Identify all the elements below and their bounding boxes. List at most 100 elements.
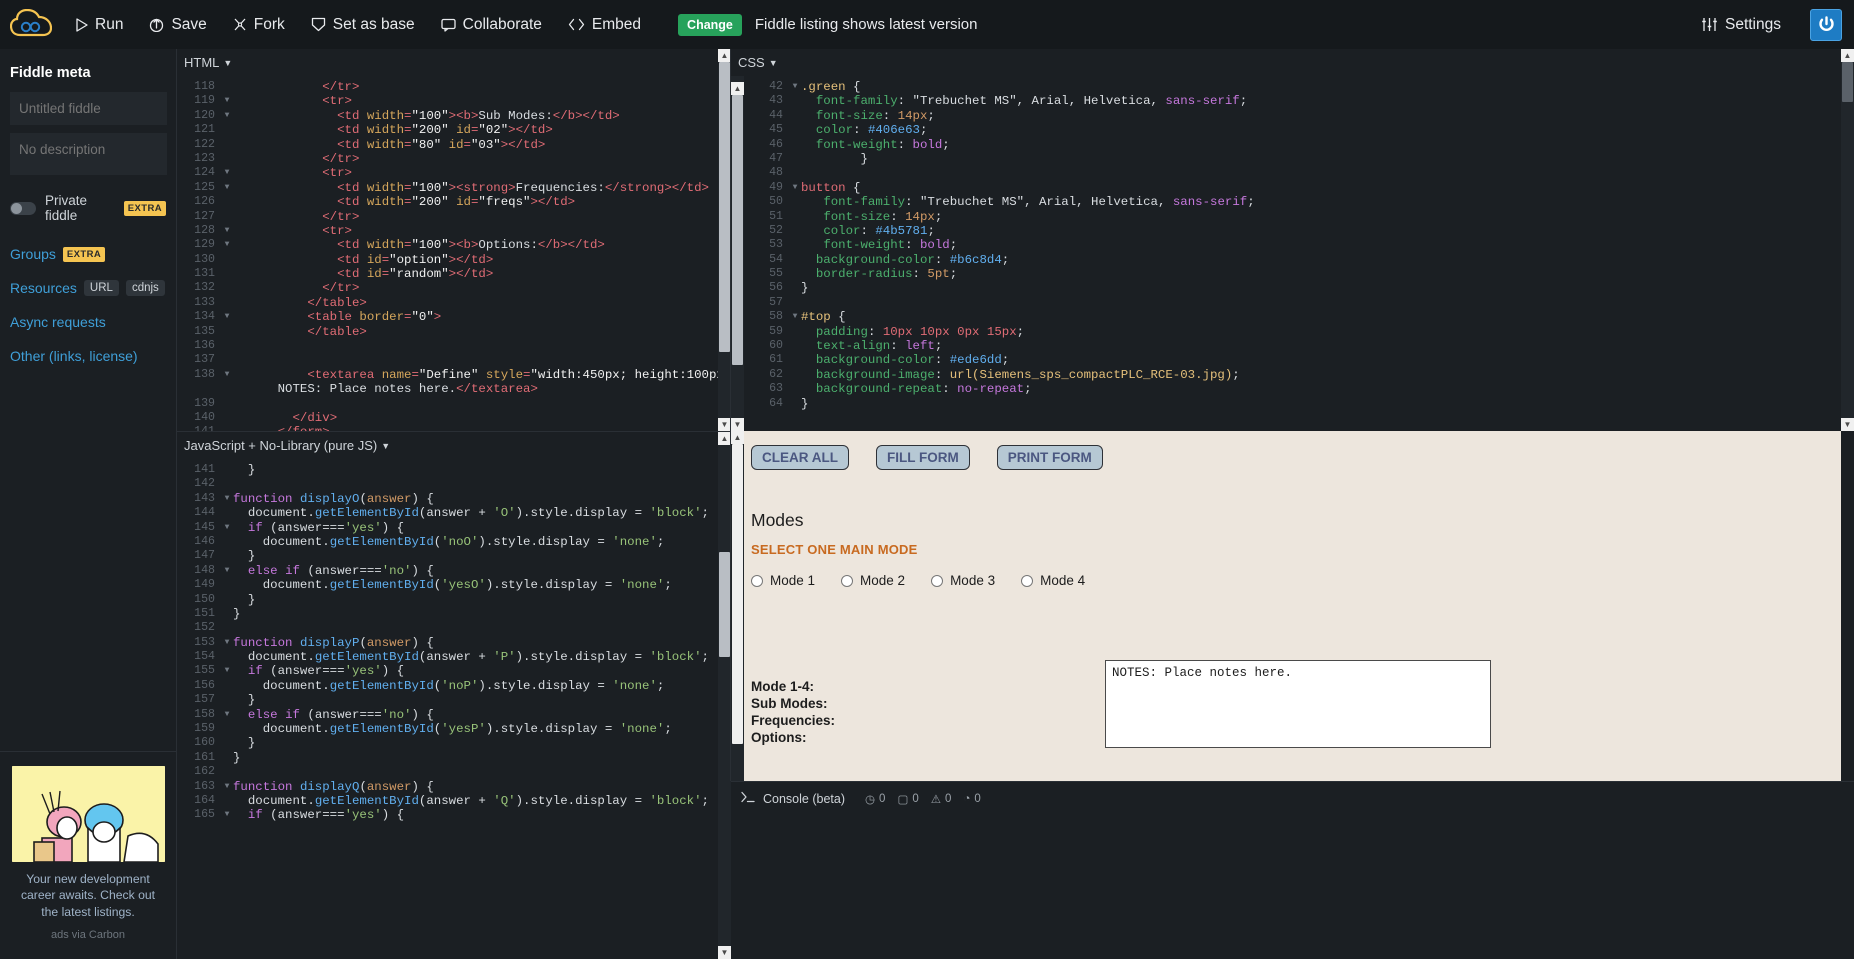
js-panel-header[interactable]: JavaScript + No-Library (pure JS) ▼	[177, 432, 731, 459]
code-line[interactable]: 147 }	[177, 549, 731, 563]
code-line[interactable]: 137	[177, 353, 731, 367]
code-line[interactable]: 122 <td width="80" id="03"></td>	[177, 138, 731, 152]
js-code-area[interactable]: 141 }142143▼function displayO(answer) {1…	[177, 459, 731, 959]
code-line[interactable]: 148▼ else if (answer==='no') {	[177, 564, 731, 578]
fold-toggle-icon[interactable]: ▼	[221, 94, 233, 108]
code-line[interactable]: 157 }	[177, 693, 731, 707]
code-line[interactable]: 55 border-radius: 5pt;	[745, 267, 1854, 281]
radio-option-3[interactable]: Mode 3	[931, 573, 995, 588]
fold-toggle-icon[interactable]: ▼	[221, 664, 233, 678]
code-line[interactable]: 56}	[745, 281, 1854, 295]
code-line[interactable]: 149 document.getElementById('yesO').styl…	[177, 578, 731, 592]
fold-toggle-icon[interactable]: ▼	[221, 109, 233, 123]
horizontal-divider[interactable]	[177, 431, 731, 432]
result-scrollbar[interactable]: ▲	[731, 431, 744, 781]
code-line[interactable]: 64}	[745, 397, 1854, 411]
code-line[interactable]: 58▼#top {	[745, 310, 1854, 324]
fold-toggle-icon[interactable]: ▼	[789, 310, 801, 324]
result-scroll-thumb[interactable]	[732, 444, 743, 744]
sidebar-item-other[interactable]: Other (links, license)	[0, 339, 176, 373]
code-line[interactable]: 158▼ else if (answer==='no') {	[177, 708, 731, 722]
code-line[interactable]: 151}	[177, 607, 731, 621]
code-line[interactable]: 46 font-weight: bold;	[745, 138, 1854, 152]
radio-button-1[interactable]	[751, 575, 763, 587]
css-scrollbar-left[interactable]: ▲ ▼	[731, 76, 744, 431]
css-scrollbar-right[interactable]: ▲ ▼	[1841, 49, 1854, 431]
js-scroll-thumb[interactable]	[719, 552, 730, 657]
code-line[interactable]: 53 font-weight: bold;	[745, 238, 1854, 252]
code-line[interactable]: 63 background-repeat: no-repeat;	[745, 382, 1854, 396]
html-scroll-thumb[interactable]	[719, 62, 730, 352]
ad-image[interactable]	[12, 766, 165, 862]
code-line[interactable]: 141 }	[177, 463, 731, 477]
fold-toggle-icon[interactable]: ▼	[221, 368, 233, 382]
radio-option-1[interactable]: Mode 1	[751, 573, 815, 588]
code-line[interactable]: 127 </tr>	[177, 210, 731, 224]
chevron-down-icon[interactable]: ▼	[769, 58, 778, 68]
sidebar-item-groups[interactable]: Groups EXTRA	[0, 237, 176, 271]
chevron-down-icon[interactable]: ▼	[381, 441, 390, 451]
code-line[interactable]: 125▼ <td width="100"><strong>Frequencies…	[177, 181, 731, 195]
code-line[interactable]: 139	[177, 397, 731, 411]
code-line[interactable]: 118 </tr>	[177, 80, 731, 94]
code-line[interactable]: 57	[745, 296, 1854, 310]
code-line[interactable]: 49▼button {	[745, 181, 1854, 195]
ad-credit[interactable]: ads via Carbon	[12, 920, 164, 951]
code-line[interactable]: 154 document.getElementById(answer + 'P'…	[177, 650, 731, 664]
code-line[interactable]: 121 <td width="200" id="02"></td>	[177, 123, 731, 137]
code-line[interactable]: 119▼ <tr>	[177, 94, 731, 108]
code-line[interactable]: 132 </tr>	[177, 281, 731, 295]
code-line[interactable]: 142	[177, 477, 731, 491]
code-line[interactable]: 164 document.getElementById(answer + 'Q'…	[177, 794, 731, 808]
radio-option-2[interactable]: Mode 2	[841, 573, 905, 588]
change-button[interactable]: Change	[678, 14, 742, 36]
code-line[interactable]: 42▼.green {	[745, 80, 1854, 94]
fold-toggle-icon[interactable]: ▼	[221, 224, 233, 238]
console-stat-info-icon[interactable]: ◷0	[865, 792, 885, 806]
embed-button[interactable]: Embed	[555, 0, 654, 49]
scroll-up-arrow[interactable]: ▲	[731, 82, 744, 95]
fiddle-description-input[interactable]	[10, 133, 167, 175]
code-line[interactable]: 48	[745, 166, 1854, 180]
code-line[interactable]: 140 </div>	[177, 411, 731, 425]
code-line[interactable]: 153▼function displayP(answer) {	[177, 636, 731, 650]
fold-toggle-icon[interactable]: ▼	[221, 238, 233, 252]
code-line[interactable]: 60 text-align: left;	[745, 339, 1854, 353]
fold-toggle-icon[interactable]: ▼	[221, 708, 233, 722]
sidebar-item-resources[interactable]: Resources URL cdnjs	[0, 271, 176, 305]
code-line[interactable]: 51 font-size: 14px;	[745, 210, 1854, 224]
console-stat-warning-icon[interactable]: ⚠0	[931, 792, 952, 806]
notes-textarea[interactable]	[1105, 660, 1491, 748]
code-line[interactable]: 61 background-color: #ede6dd;	[745, 353, 1854, 367]
radio-option-4[interactable]: Mode 4	[1021, 573, 1085, 588]
collaborate-button[interactable]: Collaborate	[428, 0, 555, 49]
fold-toggle-icon[interactable]: ▼	[221, 808, 233, 822]
code-line[interactable]: 136	[177, 339, 731, 353]
sidebar-item-async-requests[interactable]: Async requests	[0, 305, 176, 339]
fold-toggle-icon[interactable]: ▼	[221, 636, 233, 650]
resources-url-button[interactable]: URL	[84, 280, 119, 296]
code-line[interactable]: 124▼ <tr>	[177, 166, 731, 180]
code-line[interactable]: 44 font-size: 14px;	[745, 109, 1854, 123]
private-fiddle-row[interactable]: Private fiddle EXTRA	[0, 183, 176, 225]
code-line[interactable]: 52 color: #4b5781;	[745, 224, 1854, 238]
code-line[interactable]: 133 </table>	[177, 296, 731, 310]
code-line[interactable]: 156 document.getElementById('noP').style…	[177, 679, 731, 693]
scroll-up-arrow[interactable]: ▲	[731, 431, 744, 444]
code-line[interactable]: 160 }	[177, 736, 731, 750]
html-panel-header[interactable]: HTML ▼	[177, 49, 731, 76]
settings-button[interactable]: Settings	[1688, 0, 1794, 49]
fold-toggle-icon[interactable]: ▼	[789, 80, 801, 94]
carbon-ad[interactable]: Your new development career awaits. Chec…	[0, 751, 176, 959]
code-line[interactable]: 152	[177, 621, 731, 635]
print-form-button[interactable]: PRINT FORM	[997, 445, 1103, 470]
run-button[interactable]: Run	[62, 0, 136, 49]
private-fiddle-toggle[interactable]	[10, 202, 36, 215]
code-line[interactable]: 161}	[177, 751, 731, 765]
scroll-down-arrow[interactable]: ▼	[1841, 418, 1854, 431]
set-as-base-button[interactable]: Set as base	[298, 0, 428, 49]
chevron-down-icon[interactable]: ▼	[223, 58, 232, 68]
code-line[interactable]: 138▼ <textarea name="Define" style="widt…	[177, 368, 731, 382]
resources-cdnjs-button[interactable]: cdnjs	[126, 280, 165, 296]
code-line[interactable]: 163▼function displayQ(answer) {	[177, 780, 731, 794]
